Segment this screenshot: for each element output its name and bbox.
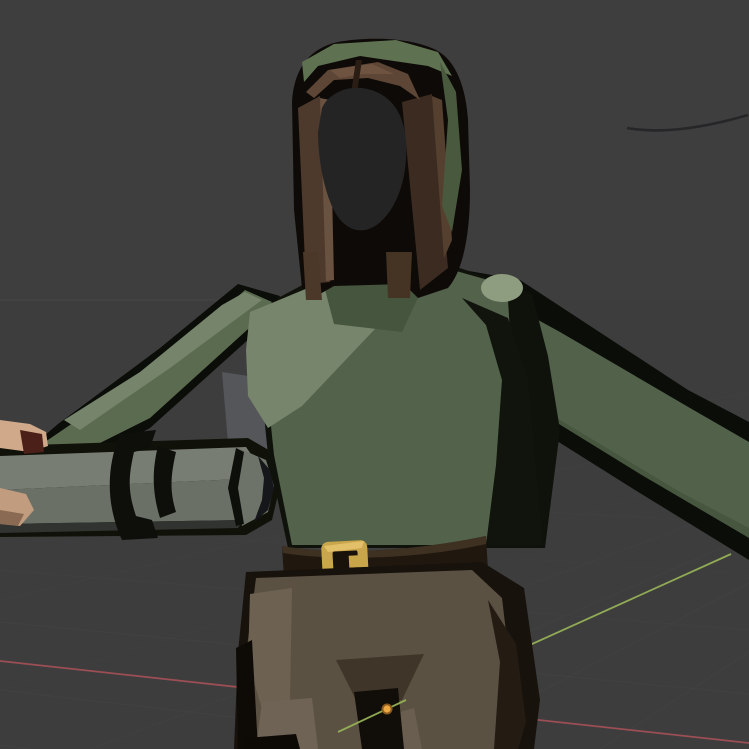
pants-leg-gap: [354, 688, 404, 749]
shoulder-highlight-spot: [481, 274, 523, 302]
hair-strand-right-chest: [386, 252, 412, 298]
viewport-3d[interactable]: [0, 0, 749, 749]
viewport-canvas[interactable]: [0, 0, 749, 749]
origin-point-dot: [383, 705, 390, 712]
belt-buckle-tongue: [349, 555, 362, 568]
